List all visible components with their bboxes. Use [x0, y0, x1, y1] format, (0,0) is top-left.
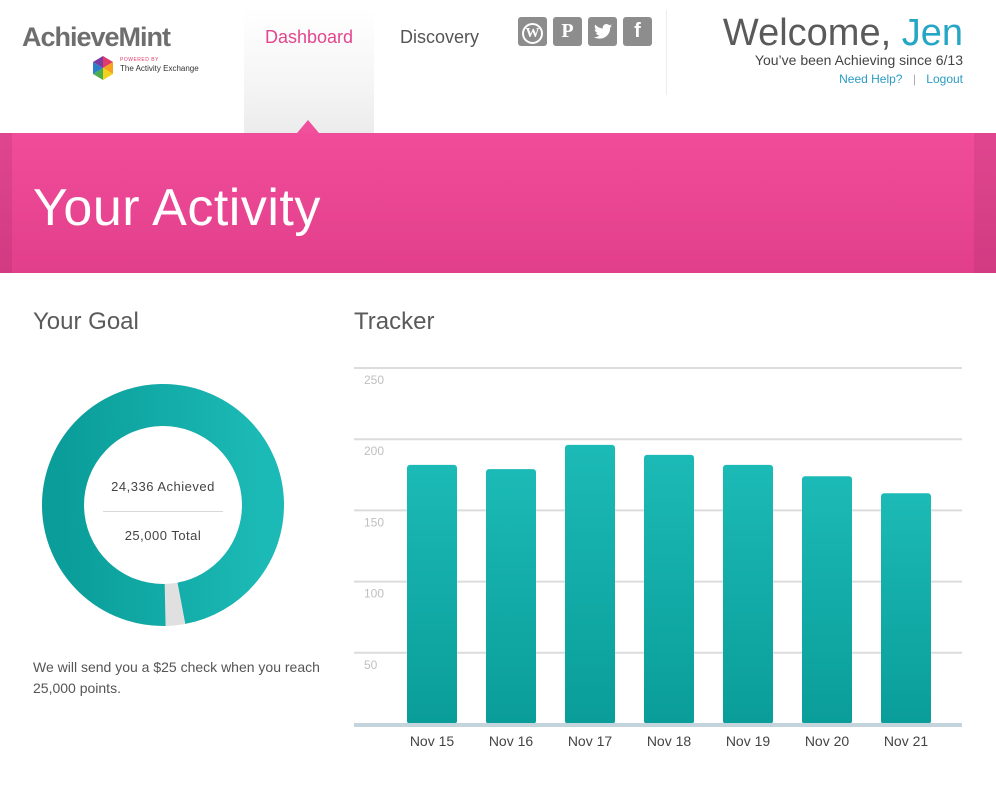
facebook-glyph: f	[634, 20, 641, 42]
goal-reward-note: We will send you a $25 check when you re…	[33, 659, 320, 696]
tracker-bar	[881, 493, 931, 724]
tracker-bar	[565, 444, 615, 724]
user-name: Jen	[901, 12, 963, 54]
x-tick-label: Nov 16	[489, 733, 534, 749]
twitter-bird-icon	[593, 24, 612, 39]
banner-edge-left	[0, 133, 12, 273]
tracker-bar	[802, 476, 852, 724]
tracker-bar-chart: 50 100 150 200 250 Nov 15 Nov 16 Nov 17 Nov 18 No…	[354, 367, 962, 749]
logo[interactable]: AchieveMint POWERED BY The Activity Exch…	[22, 22, 199, 82]
partner-name: The Activity Exchange	[120, 64, 199, 73]
x-tick-label: Nov 19	[726, 733, 771, 749]
tracker-bar	[407, 464, 457, 724]
header-divider	[666, 10, 667, 95]
welcome-text: Welcome,	[722, 12, 892, 54]
logo-wordmark: AchieveMint	[22, 22, 171, 52]
activity-exchange-logo-icon	[93, 56, 113, 80]
nav-dashboard[interactable]: Dashboard	[265, 27, 353, 48]
member-since-text: You’ve been Achieving since 6/13	[754, 52, 963, 68]
x-tick-label: Nov 15	[410, 733, 455, 749]
x-tick-label: Nov 18	[647, 733, 692, 749]
banner-edge-right	[974, 133, 996, 273]
x-tick-label: Nov 20	[805, 733, 850, 749]
y-tick-label: 150	[364, 515, 384, 529]
tracker-bar	[486, 469, 536, 724]
y-tick-label: 250	[364, 373, 384, 387]
page-title: Your Activity	[33, 179, 321, 237]
donut-divider	[103, 511, 223, 512]
chart-baseline	[354, 723, 962, 727]
links-separator: |	[912, 72, 916, 86]
pinterest-glyph: P	[561, 20, 574, 42]
site-header: AchieveMint POWERED BY The Activity Exch…	[0, 0, 996, 133]
x-tick-label: Nov 21	[884, 733, 929, 749]
powered-by-label: POWERED BY	[120, 57, 159, 63]
pinterest-icon[interactable]: P	[553, 17, 582, 46]
logout-link[interactable]: Logout	[926, 72, 963, 86]
y-tick-label: 200	[364, 444, 384, 458]
goal-section-title: Your Goal	[33, 308, 139, 335]
donut-achieved-ring	[41, 384, 284, 626]
tracker-bar	[723, 464, 773, 724]
need-help-link[interactable]: Need Help?	[839, 72, 902, 86]
wordpress-icon[interactable]: W	[518, 17, 547, 46]
x-tick-label: Nov 17	[568, 733, 613, 749]
achieved-points-label: 24,336 Achieved	[111, 479, 215, 494]
facebook-icon[interactable]: f	[623, 17, 652, 46]
account-links: Need Help? | Logout	[839, 72, 963, 86]
welcome-heading: Welcome, Jen	[723, 12, 963, 55]
wordpress-glyph: W	[522, 23, 543, 44]
total-points-label: 25,000 Total	[124, 528, 202, 543]
tracker-bar	[644, 454, 694, 724]
goal-progress-donut	[41, 384, 284, 626]
twitter-icon[interactable]	[588, 17, 617, 46]
nav-discovery[interactable]: Discovery	[400, 27, 479, 48]
tracker-section-title: Tracker	[354, 308, 435, 335]
nav-active-caret-icon	[297, 120, 319, 133]
y-tick-label: 100	[364, 587, 384, 601]
page-banner: Your Activity	[0, 133, 996, 273]
y-tick-label: 50	[364, 658, 378, 672]
